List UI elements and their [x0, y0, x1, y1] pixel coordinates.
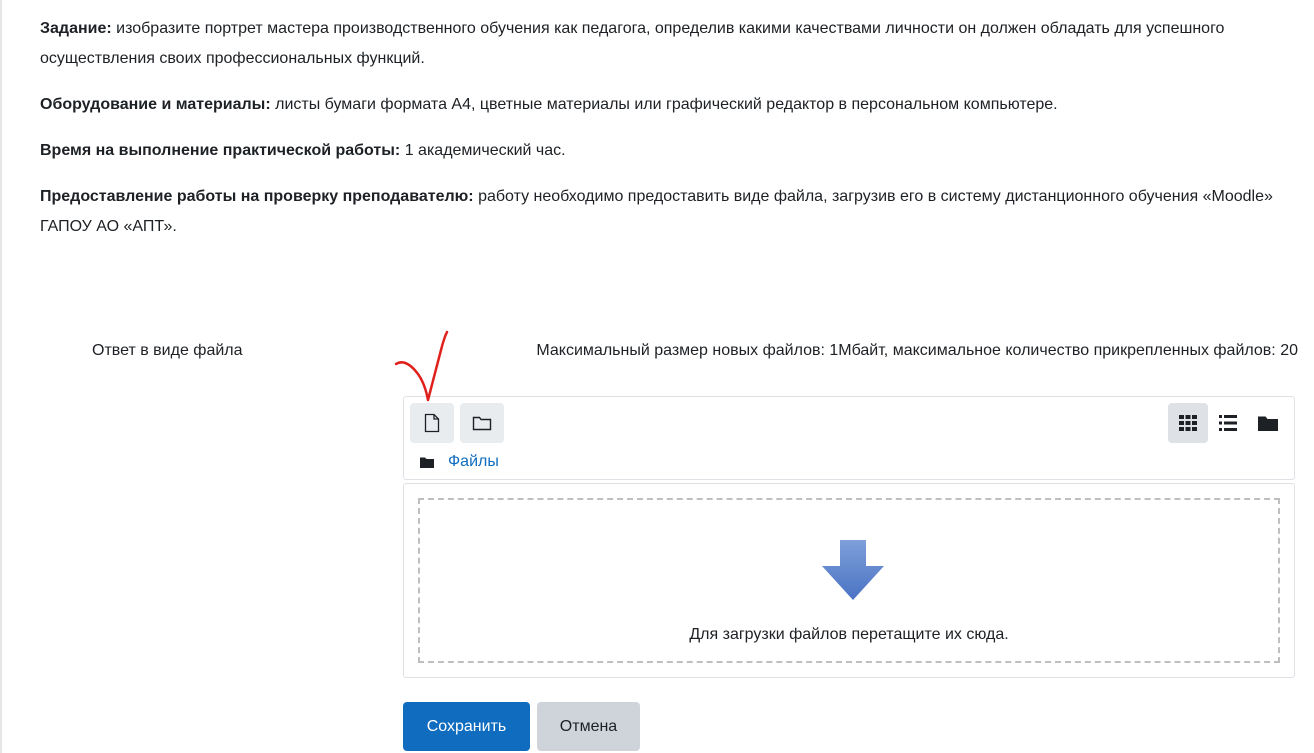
file-dropzone[interactable]: Для загрузки файлов перетащите их сюда.	[418, 498, 1280, 663]
cancel-button[interactable]: Отмена	[537, 702, 640, 751]
submission-label: Предоставление работы на проверку препод…	[40, 188, 474, 205]
filemanager-toolbar-panel: Файлы	[403, 396, 1295, 480]
time-label: Время на выполнение практической работы:	[40, 142, 401, 159]
folder-files-link[interactable]: Файлы	[448, 453, 499, 471]
folder-breadcrumb: Файлы	[420, 453, 499, 471]
view-icons-button[interactable]	[1168, 403, 1208, 443]
submission-paragraph: Предоставление работы на проверку препод…	[40, 182, 1290, 242]
view-mode-group	[1168, 403, 1288, 443]
task-label: Задание:	[40, 20, 112, 37]
dropzone-text: Для загрузки файлов перетащите их сюда.	[689, 626, 1009, 643]
save-button[interactable]: Сохранить	[403, 702, 530, 751]
equipment-text: листы бумаги формата А4, цветные материа…	[270, 96, 1058, 113]
equipment-label: Оборудование и материалы:	[40, 96, 271, 113]
assignment-instructions: Задание: изобразите портрет мастера прои…	[40, 14, 1290, 258]
file-icon	[424, 413, 440, 433]
add-file-button[interactable]	[410, 403, 454, 443]
view-tree-button[interactable]	[1248, 403, 1288, 443]
down-arrow-icon	[822, 540, 884, 600]
task-paragraph: Задание: изобразите портрет мастера прои…	[40, 14, 1290, 74]
create-folder-button[interactable]	[460, 403, 504, 443]
time-text: 1 академический час.	[400, 142, 566, 159]
folder-outline-icon	[472, 416, 492, 431]
task-text: изобразите портрет мастера производствен…	[40, 20, 1225, 67]
equipment-paragraph: Оборудование и материалы: листы бумаги ф…	[40, 90, 1290, 120]
grid-icon	[1179, 415, 1197, 431]
assignment-submission-page: Задание: изобразите портрет мастера прои…	[0, 0, 1314, 753]
file-limits-text: Максимальный размер новых файлов: 1Мбайт…	[536, 342, 1298, 359]
list-icon	[1219, 415, 1237, 431]
file-dropzone-container: Для загрузки файлов перетащите их сюда.	[403, 483, 1295, 678]
folder-icon	[420, 457, 434, 468]
time-paragraph: Время на выполнение практической работы:…	[40, 136, 1290, 166]
file-answer-label: Ответ в виде файла	[92, 342, 243, 359]
content-left-border	[0, 0, 2, 753]
view-list-button[interactable]	[1208, 403, 1248, 443]
folder-icon	[1258, 416, 1278, 431]
